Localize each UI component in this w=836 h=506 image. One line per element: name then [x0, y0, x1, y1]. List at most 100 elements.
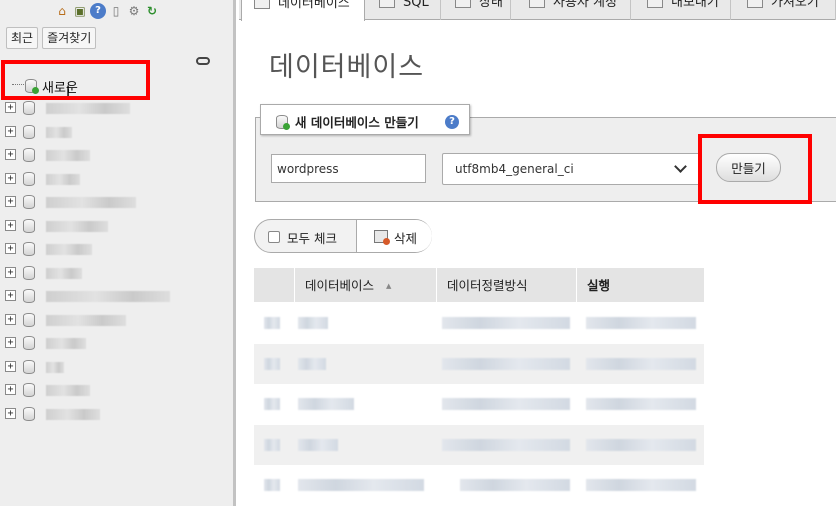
- redacted-collation: [460, 479, 570, 491]
- expand-icon[interactable]: +: [5, 172, 16, 184]
- settings-icon[interactable]: ⚙: [126, 3, 142, 19]
- redacted-action[interactable]: [586, 357, 696, 370]
- expand-icon[interactable]: +: [5, 407, 16, 419]
- create-database-button[interactable]: 만들기: [716, 153, 781, 182]
- table-row[interactable]: [254, 465, 704, 506]
- tab-status[interactable]: 상태: [443, 0, 511, 20]
- favorites-button[interactable]: 즐겨찾기: [42, 27, 97, 49]
- redacted-database-name[interactable]: [298, 398, 354, 410]
- tree-item[interactable]: +: [0, 120, 233, 144]
- tree-item[interactable]: +: [0, 190, 233, 214]
- tree-item[interactable]: +: [0, 261, 233, 285]
- expand-icon[interactable]: +: [5, 125, 16, 137]
- tree-item[interactable]: +: [0, 143, 233, 167]
- tab-export[interactable]: 내보내기: [635, 0, 731, 20]
- collation-selected-value: utf8mb4_general_ci: [455, 162, 574, 176]
- documentation-icon[interactable]: ▯: [108, 3, 124, 19]
- database-table: 데이터베이스 데이터정렬방식 실행: [254, 268, 704, 506]
- database-icon: [23, 359, 35, 374]
- redacted-database-name[interactable]: [298, 317, 328, 329]
- tree-item[interactable]: +: [0, 308, 233, 332]
- database-icon: [23, 148, 35, 162]
- recent-button[interactable]: 최근: [6, 27, 39, 49]
- expand-icon[interactable]: +: [5, 360, 16, 372]
- sql-tab-icon: [379, 0, 395, 8]
- tab-import[interactable]: 가져오기: [735, 0, 836, 20]
- collation-select[interactable]: utf8mb4_general_ci: [442, 153, 700, 185]
- table-row[interactable]: [254, 343, 704, 384]
- redacted-collation: [442, 438, 570, 451]
- page-title: 데이터베이스: [269, 52, 425, 83]
- help-icon[interactable]: ?: [90, 3, 106, 19]
- database-icon: [23, 242, 35, 256]
- tree-item[interactable]: +: [0, 355, 233, 379]
- create-database-legend: 새 데이터베이스 만들기 ?: [260, 104, 470, 135]
- redacted-database-name: [46, 267, 82, 279]
- database-icon: [23, 289, 35, 303]
- tree-item[interactable]: +: [0, 214, 233, 238]
- redacted-database-name[interactable]: [298, 357, 326, 370]
- expand-icon[interactable]: +: [5, 149, 16, 160]
- redacted-database-name[interactable]: [298, 479, 424, 491]
- help-icon[interactable]: ?: [445, 115, 459, 129]
- database-icon: [23, 124, 35, 139]
- expand-icon[interactable]: +: [5, 313, 16, 325]
- redacted-database-name: [46, 197, 136, 208]
- tree-item[interactable]: +: [0, 378, 233, 402]
- database-name-input[interactable]: [271, 154, 426, 183]
- tree-connector: [12, 84, 26, 85]
- column-header-database[interactable]: 데이터베이스: [294, 268, 436, 303]
- redacted-database-name[interactable]: [298, 438, 338, 451]
- new-database-icon: [25, 79, 39, 94]
- expand-icon[interactable]: +: [5, 266, 16, 278]
- check-all-label[interactable]: 모두 체크: [287, 228, 337, 247]
- delete-button[interactable]: 삭제: [357, 220, 432, 252]
- tab-sql[interactable]: SQL: [367, 0, 441, 20]
- expand-icon[interactable]: +: [5, 384, 16, 395]
- redacted-checkbox[interactable]: [264, 398, 280, 410]
- tab-databases[interactable]: 데이터베이스: [241, 0, 365, 21]
- table-row[interactable]: [254, 303, 704, 344]
- redacted-checkbox[interactable]: [264, 438, 280, 451]
- link-icon[interactable]: [196, 57, 210, 65]
- redacted-database-name: [46, 103, 130, 114]
- redacted-checkbox[interactable]: [264, 317, 280, 329]
- expand-icon[interactable]: +: [5, 196, 16, 207]
- tree-item[interactable]: +: [0, 402, 233, 426]
- database-icon: [23, 171, 35, 186]
- tree-item[interactable]: +: [0, 284, 233, 308]
- tree-item[interactable]: +: [0, 331, 233, 355]
- database-tab-icon: [254, 0, 270, 9]
- redacted-checkbox[interactable]: [264, 357, 280, 370]
- check-all-checkbox[interactable]: [268, 231, 280, 243]
- tree-item-new[interactable]: 새로운: [0, 74, 233, 96]
- database-icon: [23, 312, 35, 327]
- home-icon[interactable]: ⌂: [54, 3, 70, 19]
- delete-icon: [374, 230, 390, 245]
- nav-button-group: 최근 즐겨찾기: [6, 27, 97, 49]
- expand-icon[interactable]: +: [5, 243, 16, 254]
- redacted-database-name: [46, 126, 72, 138]
- tree-item[interactable]: +: [0, 96, 233, 120]
- redacted-action[interactable]: [586, 398, 696, 410]
- expand-icon[interactable]: +: [5, 102, 16, 113]
- expand-icon[interactable]: +: [5, 290, 16, 301]
- redacted-action[interactable]: [586, 438, 696, 451]
- redacted-action[interactable]: [586, 479, 696, 491]
- tab-user-accounts[interactable]: 사용자 계정: [517, 0, 631, 20]
- user-tab-icon: [529, 0, 545, 8]
- tree-item[interactable]: +: [0, 167, 233, 191]
- redacted-checkbox[interactable]: [264, 479, 280, 491]
- expand-icon[interactable]: +: [5, 337, 16, 348]
- redacted-collation: [442, 317, 570, 329]
- logout-icon[interactable]: ▣: [72, 3, 88, 19]
- redacted-database-name: [46, 244, 92, 255]
- column-header-collation[interactable]: 데이터정렬방식: [436, 268, 576, 303]
- reload-icon[interactable]: ↻: [144, 3, 160, 19]
- expand-icon[interactable]: +: [5, 219, 16, 231]
- table-row[interactable]: [254, 384, 704, 425]
- table-row[interactable]: [254, 424, 704, 465]
- database-icon: [23, 101, 35, 115]
- tree-item[interactable]: +: [0, 237, 233, 261]
- redacted-action[interactable]: [586, 317, 696, 329]
